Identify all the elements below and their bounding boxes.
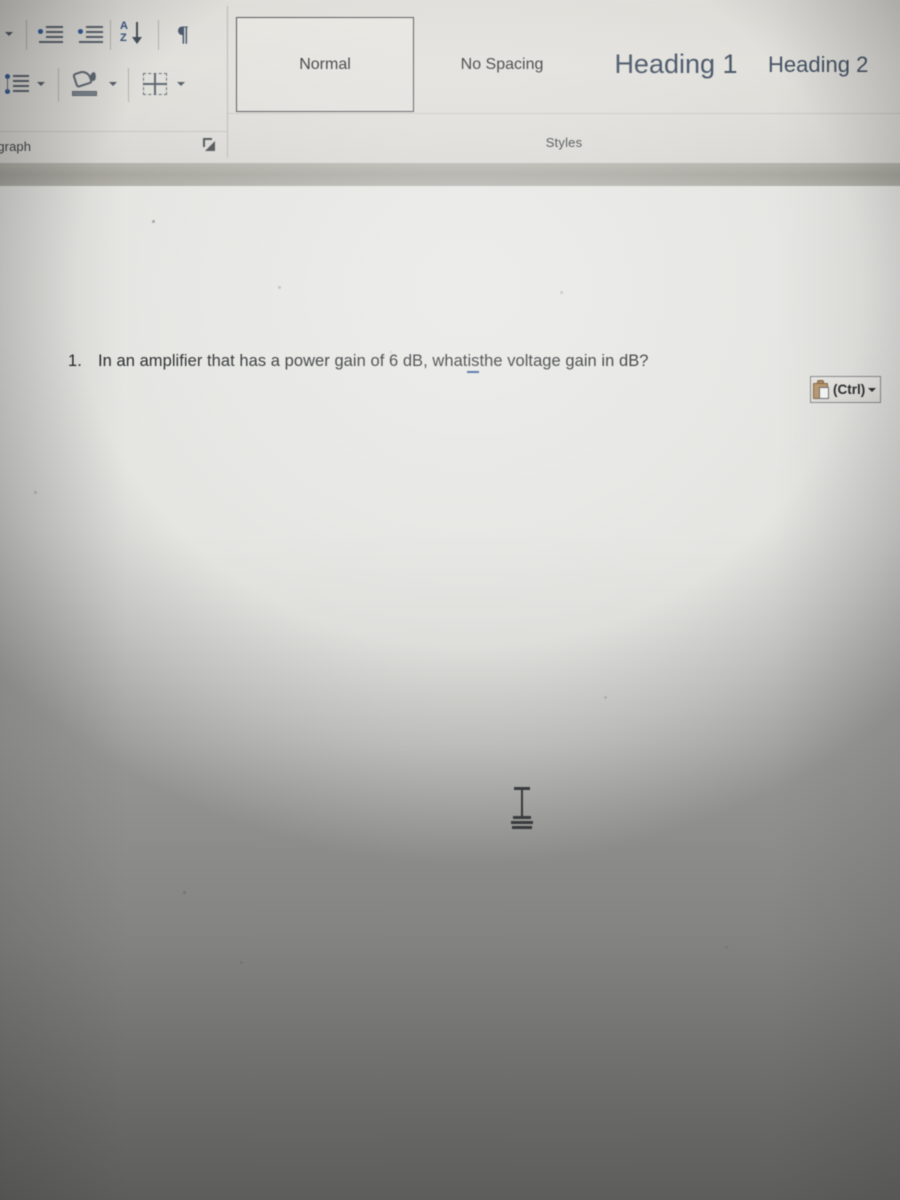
decrease-indent-icon	[38, 24, 64, 46]
shading-button[interactable]	[70, 68, 102, 100]
photo-speckle	[34, 491, 37, 494]
borders-grid-icon	[143, 73, 167, 95]
style-item-no-spacing[interactable]: No Spacing	[418, 17, 586, 112]
photo-speckle	[604, 696, 607, 699]
divider	[26, 20, 27, 50]
increase-indent-button[interactable]	[76, 22, 106, 48]
photo-speckle	[152, 220, 155, 223]
styles-group-label: Styles	[545, 135, 583, 150]
borders-chevron[interactable]	[176, 80, 186, 90]
style-label: No Spacing	[460, 55, 544, 73]
divider	[110, 20, 111, 50]
line-spacing-dropdown-chevron[interactable]	[4, 30, 14, 40]
style-item-heading-2[interactable]: Heading 2	[768, 17, 900, 112]
shading-chevron[interactable]	[108, 80, 118, 90]
paste-options-smart-tag[interactable]: (Ctrl)	[810, 376, 882, 403]
sort-az-icon: A Z	[120, 20, 150, 50]
question-text-before: In an amplifier that has a power gain of…	[98, 352, 468, 370]
group-underline	[0, 131, 228, 132]
divider	[128, 68, 129, 102]
increase-indent-icon	[78, 24, 104, 46]
divider	[158, 20, 159, 50]
group-underline	[228, 113, 900, 114]
paste-shortcut-label: (Ctrl)	[833, 381, 866, 397]
clipboard-icon	[813, 380, 830, 399]
sort-button[interactable]: A Z	[118, 18, 152, 52]
photo-speckle	[725, 946, 728, 949]
question-text-after: the voltage gain in dB?	[479, 352, 649, 370]
decrease-indent-button[interactable]	[36, 22, 66, 48]
text-ibeam-cursor	[508, 786, 536, 836]
question-paragraph: 1. In an amplifier that has a power gain…	[68, 352, 649, 373]
grammar-flagged-word[interactable]: is	[467, 352, 480, 373]
multilevel-list-chevron[interactable]	[36, 80, 46, 90]
chevron-down-icon[interactable]	[868, 385, 877, 394]
photo-speckle	[560, 291, 563, 294]
divider	[58, 68, 59, 102]
borders-button[interactable]	[140, 70, 170, 98]
ribbon-group-paragraph: A Z ¶ graph	[0, 0, 228, 163]
style-item-heading-1[interactable]: Heading 1	[588, 17, 764, 112]
style-item-normal[interactable]: Normal	[236, 17, 414, 112]
multilevel-list-button[interactable]	[2, 72, 32, 98]
pilcrow-icon: ¶	[177, 21, 189, 46]
style-label: Heading 2	[768, 51, 869, 77]
screenshot-photo-of-word-window: A Z ¶ graph Normal No Spacing Heading 1 …	[0, 0, 900, 1200]
paint-bucket-icon	[71, 68, 101, 98]
word-ribbon: A Z ¶ graph Normal No Spacing Heading 1 …	[0, 0, 900, 163]
list-number: 1.	[68, 352, 82, 370]
paragraph-settings-launcher[interactable]	[203, 138, 217, 152]
ribbon-document-divider	[0, 163, 900, 186]
photo-speckle	[278, 286, 281, 289]
style-label: Heading 1	[614, 49, 738, 79]
paragraph-group-label: agraph	[0, 139, 32, 154]
style-label: Normal	[299, 55, 351, 73]
photo-speckle	[240, 961, 243, 964]
show-formatting-marks-button[interactable]: ¶	[168, 18, 198, 50]
ribbon-group-styles: Normal No Spacing Heading 1 Heading 2 St…	[228, 0, 900, 163]
document-page[interactable]: 1. In an amplifier that has a power gain…	[0, 186, 900, 1200]
photo-speckle	[183, 891, 186, 894]
multilevel-list-icon	[4, 74, 30, 96]
